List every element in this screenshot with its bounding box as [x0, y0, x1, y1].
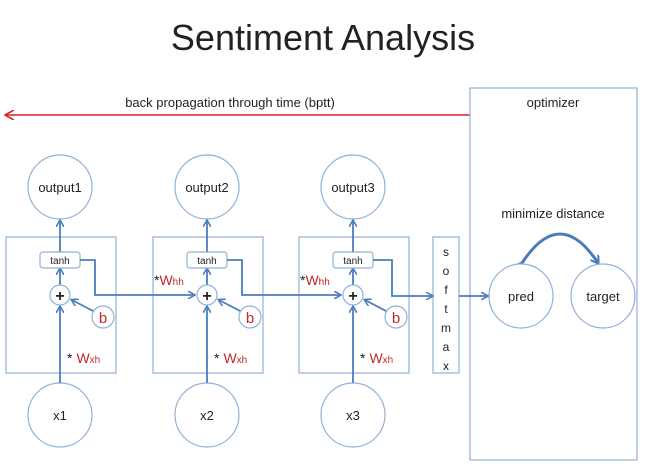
target-label: target	[586, 289, 620, 304]
tanh-label: tanh	[343, 256, 362, 267]
rnn-cell-1: output1 x1 tanh + b * Wxh	[5, 154, 117, 448]
rnn-cell-2: output2 x2 tanh + b * Wxh	[152, 154, 264, 448]
softmax-letter: s	[443, 245, 449, 259]
softmax-letter: m	[441, 321, 451, 335]
softmax-letters: s o f t m a x	[441, 245, 451, 373]
optimizer-label: optimizer	[527, 95, 580, 110]
whh-label-2: *Whh	[300, 272, 330, 288]
tanh-label: tanh	[50, 256, 69, 267]
minimize-label: minimize distance	[501, 206, 604, 221]
tanh-label: tanh	[197, 256, 216, 267]
output-label: output1	[38, 180, 81, 195]
distance-arrow	[522, 232, 598, 263]
bias-label: b	[99, 310, 107, 327]
bias-label: b	[392, 310, 400, 327]
bias-arrow	[72, 300, 96, 313]
bias-arrow	[219, 300, 243, 313]
rnn-diagram: Sentiment Analysis back propagation thro…	[0, 17, 638, 461]
softmax-letter: f	[444, 283, 448, 297]
wxh-label: * Wxh	[67, 350, 100, 366]
page-title: Sentiment Analysis	[171, 17, 475, 58]
bias-label: b	[246, 310, 254, 327]
input-label: x2	[200, 408, 214, 423]
output-label: output3	[331, 180, 374, 195]
softmax-letter: a	[443, 340, 450, 354]
plus-icon: +	[202, 288, 211, 305]
plus-icon: +	[348, 288, 357, 305]
softmax-letter: o	[443, 264, 450, 278]
hidden-arrow-3-softmax	[373, 259, 432, 296]
pred-label: pred	[508, 289, 534, 304]
softmax-letter: t	[444, 302, 448, 316]
output-label: output2	[185, 180, 228, 195]
wxh-label: * Wxh	[214, 350, 247, 366]
bptt-label: back propagation through time (bptt)	[125, 95, 335, 110]
input-label: x3	[346, 408, 360, 423]
rnn-cell-3: output3 x3 tanh + b * Wxh	[298, 154, 410, 448]
bias-arrow	[365, 300, 389, 313]
softmax-letter: x	[443, 359, 449, 373]
plus-icon: +	[55, 288, 64, 305]
input-label: x1	[53, 408, 67, 423]
whh-label-1: *Whh	[154, 272, 184, 288]
wxh-label: * Wxh	[360, 350, 393, 366]
